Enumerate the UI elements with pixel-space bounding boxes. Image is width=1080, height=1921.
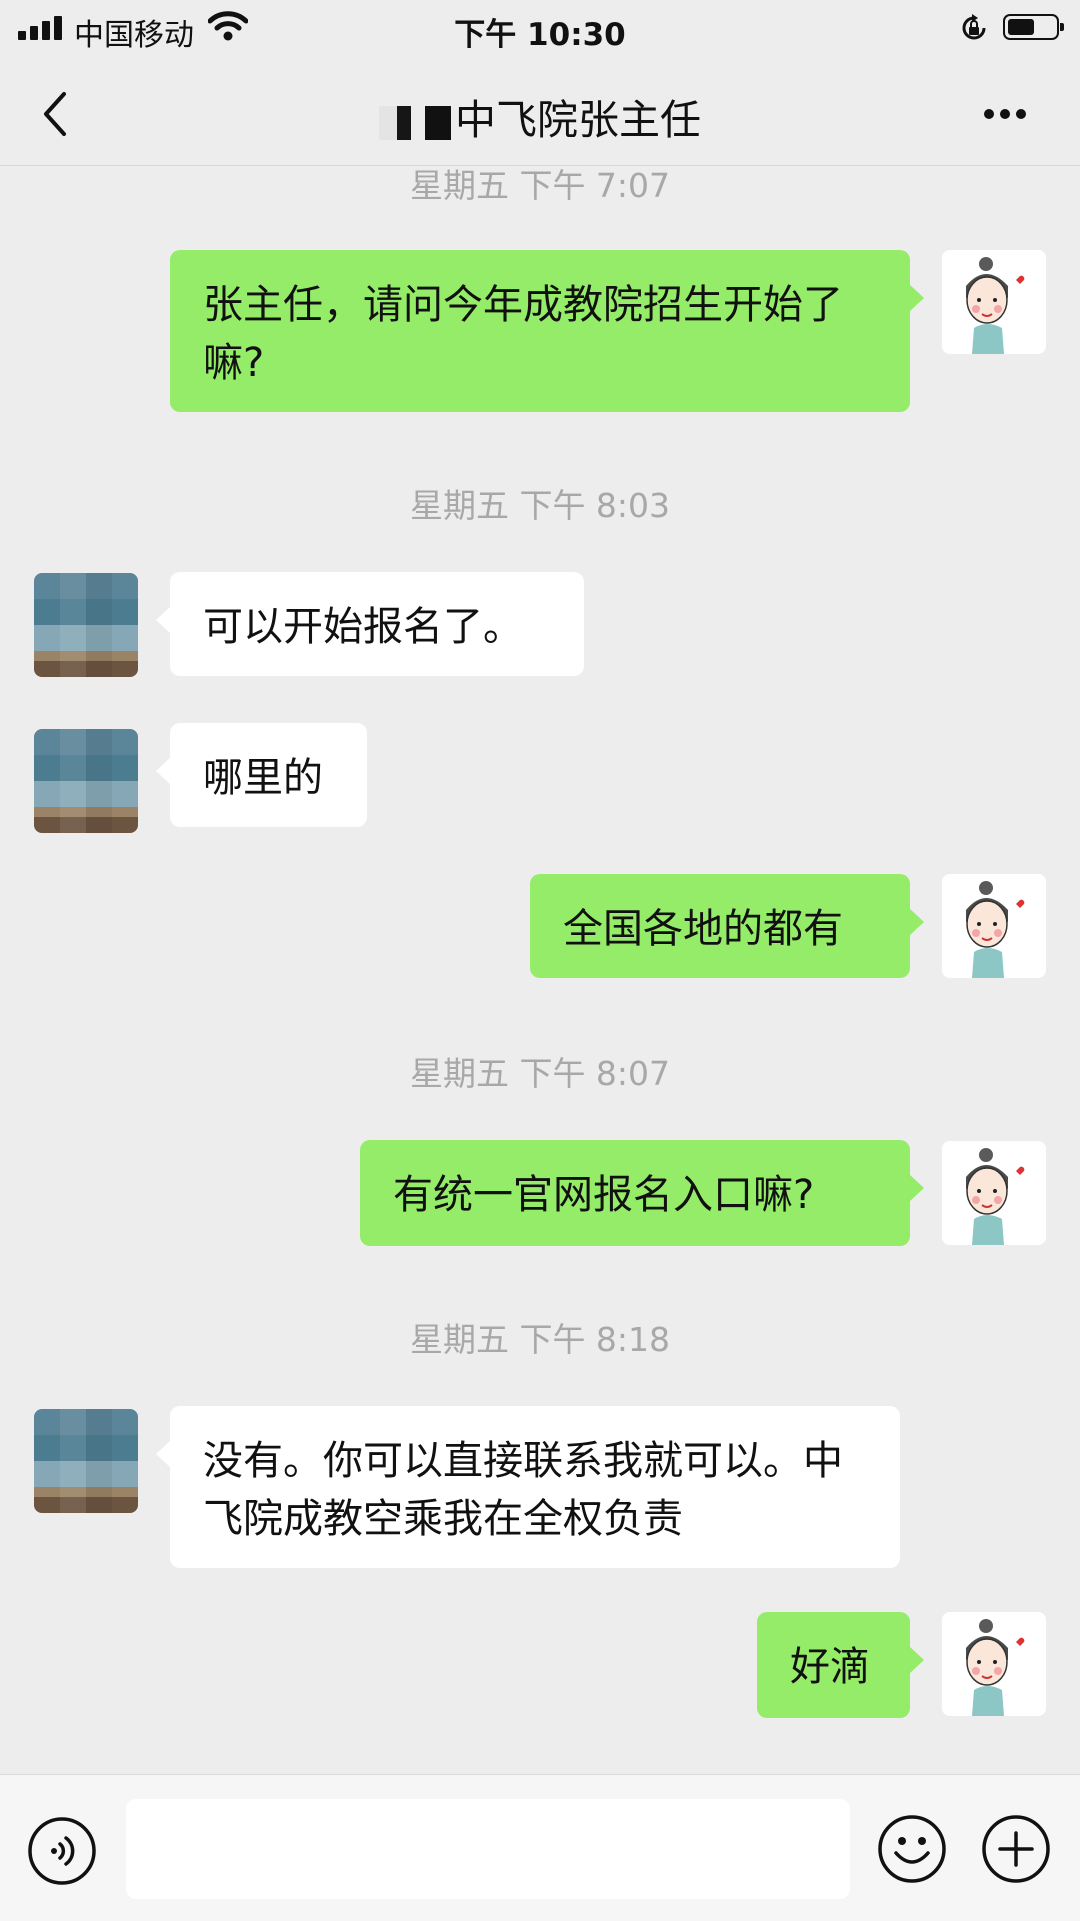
avatar-illustration	[942, 250, 1046, 354]
avatar-illustration	[942, 874, 1046, 978]
ellipsis-icon	[984, 109, 994, 119]
input-bar	[0, 1774, 1080, 1921]
message-bubble-received[interactable]: 没有。你可以直接联系我就可以。中飞院成教空乘我在全权负责	[156, 1406, 900, 1568]
battery-icon	[1003, 14, 1064, 40]
emoji-icon	[878, 1815, 946, 1883]
status-time: 下午 10:30	[454, 17, 626, 53]
message-bubble-sent[interactable]: 有统一官网报名入口嘛?	[360, 1140, 924, 1246]
message-input[interactable]	[126, 1799, 850, 1899]
message-bubble-received[interactable]: 可以开始报名了。	[156, 572, 584, 676]
avatar-self[interactable]	[942, 1612, 1046, 1716]
redacted-name	[379, 106, 451, 140]
avatar-illustration	[942, 1141, 1046, 1245]
chat-title: 中飞院张主任	[455, 96, 701, 144]
orientation-lock-icon	[958, 12, 990, 48]
message-bubble-sent[interactable]: 好滴	[757, 1612, 924, 1718]
avatar-self[interactable]	[942, 874, 1046, 978]
more-button[interactable]	[984, 104, 1032, 123]
message-bubble-received[interactable]: 哪里的	[156, 723, 367, 827]
chat-title-wrap: 中飞院张主任	[0, 86, 1080, 146]
message-bubble-sent[interactable]: 全国各地的都有	[530, 874, 924, 978]
timestamp: 星期五 下午 8:18	[409, 1320, 671, 1359]
message-bubble-sent[interactable]: 张主任，请问今年成教院招生开始了嘛?	[170, 250, 924, 412]
voice-button[interactable]	[26, 1815, 98, 1891]
avatar-self[interactable]	[942, 250, 1046, 354]
chat-header: 中飞院张主任	[0, 60, 1080, 166]
avatar-contact[interactable]	[34, 729, 138, 833]
timestamp: 星期五 下午 8:03	[409, 486, 671, 525]
status-bar: 中国移动 下午 10:30	[0, 0, 1080, 60]
more-actions-button[interactable]	[980, 1813, 1052, 1889]
avatar-contact[interactable]	[34, 573, 138, 677]
voice-icon	[28, 1817, 96, 1885]
timestamp: 星期五 下午 7:07	[409, 166, 671, 205]
avatar-contact[interactable]	[34, 1409, 138, 1513]
avatar-illustration	[942, 1612, 1046, 1716]
emoji-button[interactable]	[876, 1813, 948, 1889]
avatar-self[interactable]	[942, 1141, 1046, 1245]
plus-circle-icon	[982, 1815, 1050, 1883]
timestamp: 星期五 下午 8:07	[409, 1054, 671, 1093]
